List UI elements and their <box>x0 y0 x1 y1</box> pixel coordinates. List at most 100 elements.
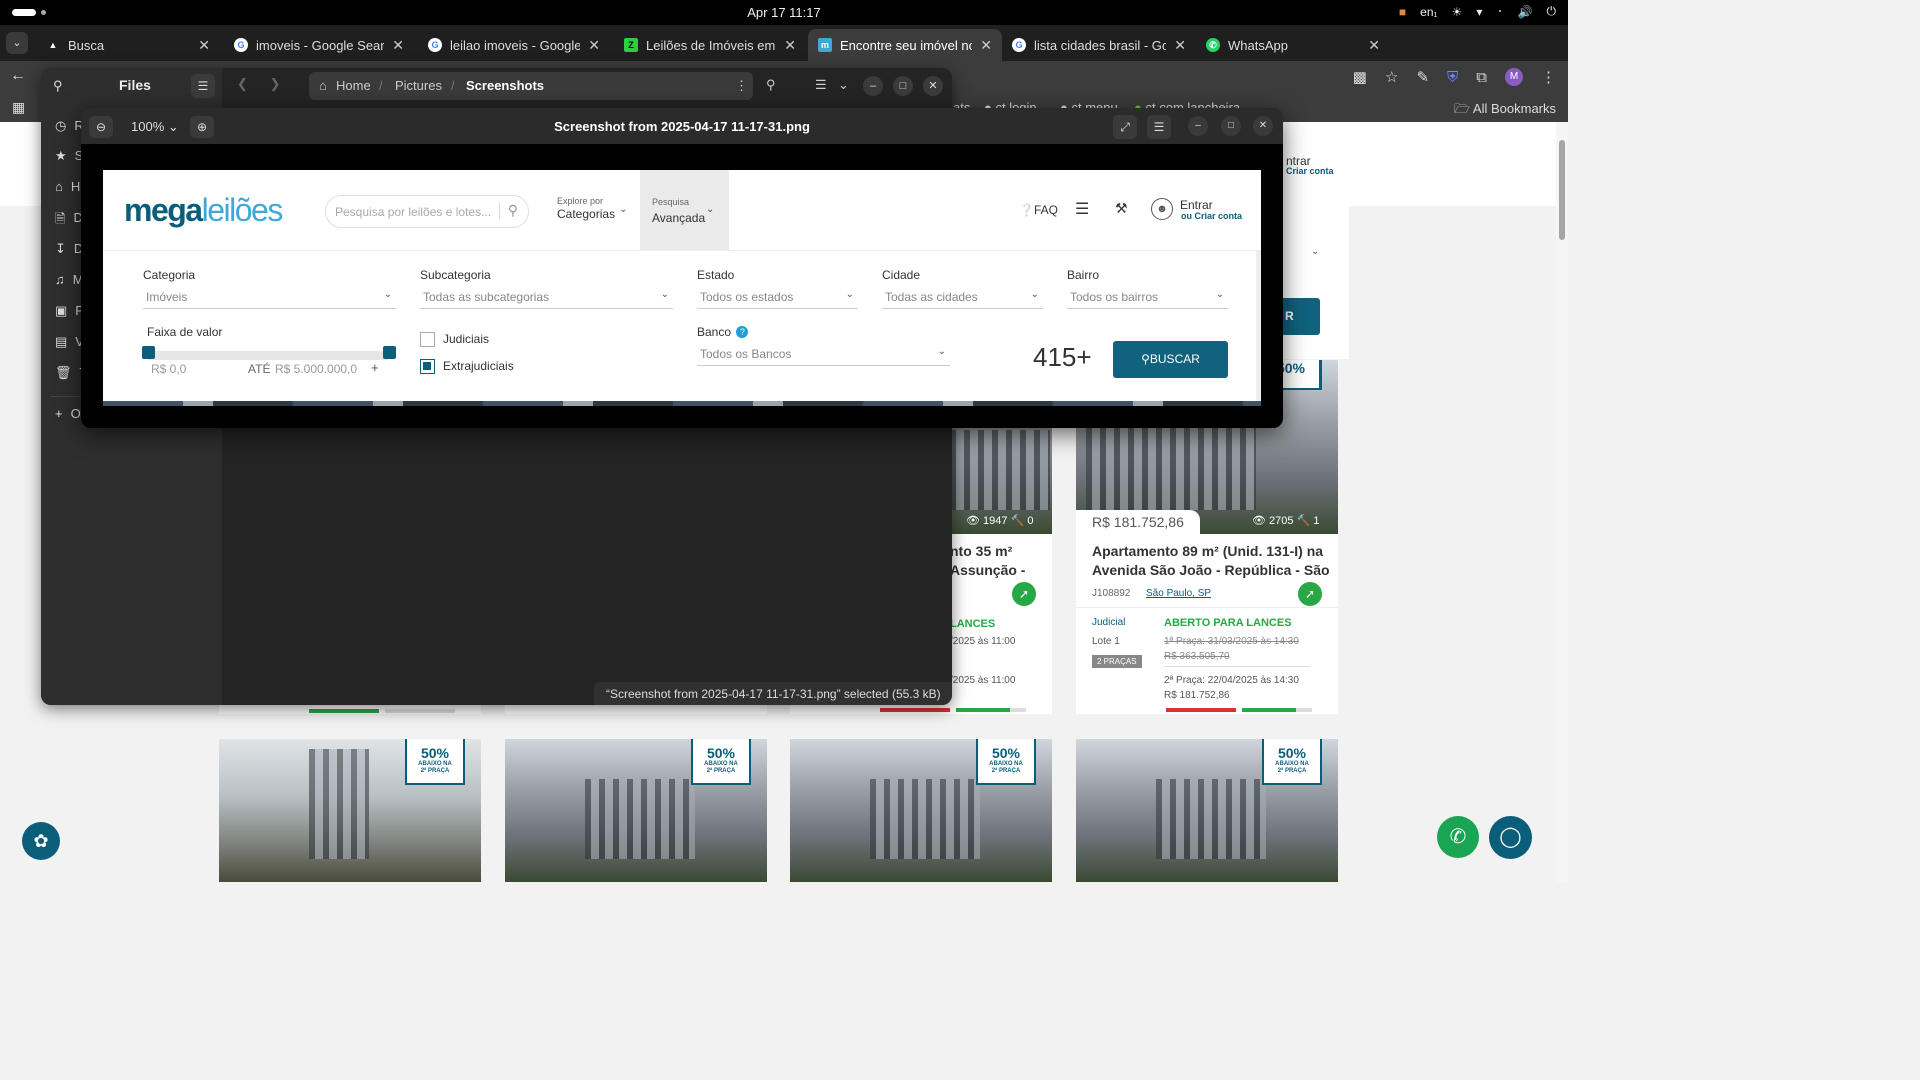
path-segment-pictures[interactable]: Pictures <box>395 78 442 93</box>
judiciais-checkbox[interactable] <box>420 332 435 347</box>
listing-title[interactable]: nto 35 m² <box>950 542 1012 561</box>
path-segment-home[interactable]: Home <box>336 78 371 93</box>
eyedropper-icon[interactable]: ✎ <box>1416 68 1429 86</box>
path-bar[interactable]: ⌂ Home / Pictures / Screenshots ⋮ <box>309 72 753 100</box>
back-icon[interactable]: ❮ <box>237 76 248 91</box>
sidebar-item-other-locations[interactable]: + O <box>55 406 81 421</box>
apps-grid-icon[interactable]: ▦ <box>12 99 25 116</box>
zoom-out-icon[interactable]: ⊖ <box>89 116 113 138</box>
system-tray[interactable]: ■ en₁ ☀ ▾ ᛫ 🔊 ⏻ <box>1399 4 1556 19</box>
image-canvas[interactable]: megaleilões Pesquisa por leilões e lotes… <box>81 144 1283 428</box>
tab-search-chevron-icon[interactable]: ⌄ <box>6 32 28 54</box>
price-range-track[interactable] <box>148 351 388 360</box>
help-icon[interactable]: ? <box>736 326 749 338</box>
banco-select[interactable]: Todos os Bancos ⌄ <box>697 344 950 366</box>
tab-whatsapp[interactable]: ✆ WhatsApp ✕ <box>1196 29 1390 61</box>
go-arrow-icon[interactable]: ➚ <box>1012 582 1036 606</box>
listing-title[interactable]: Apartamento 89 m² (Unid. 131-I) na <box>1092 542 1323 561</box>
scrollbar-thumb[interactable] <box>1559 140 1565 240</box>
bluetooth-icon[interactable]: ᛫ <box>1496 5 1503 19</box>
wifi-icon[interactable]: ▾ <box>1476 5 1482 19</box>
volume-icon[interactable]: 🔊 <box>1518 5 1533 19</box>
close-tab-icon[interactable]: ✕ <box>588 37 600 54</box>
advanced-search-dropdown[interactable]: Pesquisa Avançada ⌄ <box>640 170 729 250</box>
more-menu-icon[interactable]: ⋮ <box>1541 68 1556 86</box>
close-tab-icon[interactable]: ✕ <box>980 37 992 54</box>
zoom-level-dropdown[interactable]: 100% ⌄ <box>131 116 187 138</box>
subcategoria-select[interactable]: Todas as subcategorias ⌄ <box>420 287 673 309</box>
faq-link[interactable]: ❔FAQ <box>1019 203 1058 217</box>
tab-leilao-google[interactable]: G leilao imoveis - Google Se ✕ <box>418 29 610 61</box>
close-tab-icon[interactable]: ✕ <box>198 37 210 54</box>
app-indicator-icon[interactable]: ■ <box>1399 5 1406 19</box>
close-tab-icon[interactable]: ✕ <box>1368 37 1380 54</box>
explore-categories-dropdown[interactable]: Explore por Categorias ⌄ <box>557 196 627 221</box>
zoom-in-icon[interactable]: ⊕ <box>190 116 214 138</box>
listing-card[interactable]: 50% ABAIXO NA 2ª PRAÇA <box>219 739 481 882</box>
page-scrollbar[interactable] <box>1556 122 1568 882</box>
sidebar-item-starred[interactable]: ★ S <box>55 148 83 164</box>
chevron-down-icon[interactable]: ⌄ <box>838 77 849 93</box>
bairro-select[interactable]: Todos os bairros ⌄ <box>1067 287 1228 309</box>
close-icon[interactable]: ✕ <box>1253 116 1273 136</box>
sidebar-item-videos[interactable]: ▤ V <box>55 334 84 350</box>
chevron-down-icon[interactable]: ⌄ <box>1311 246 1319 257</box>
path-segment-screenshots[interactable]: Screenshots <box>466 78 544 93</box>
listing-location-link[interactable]: São Paulo, SP <box>1146 588 1211 599</box>
search-button[interactable]: R <box>1283 298 1320 335</box>
forward-icon[interactable]: ❯ <box>270 76 281 91</box>
tab-leiloes-rj[interactable]: Z Leilões de Imóveis em RJ ✕ <box>614 29 806 61</box>
price-range-max-handle[interactable] <box>383 346 396 359</box>
extension-shield-icon[interactable]: ⛨ <box>1447 69 1458 86</box>
close-icon[interactable]: ✕ <box>923 76 943 96</box>
login-link[interactable]: Entrar <box>1180 198 1213 212</box>
search-input[interactable]: Pesquisa por leilões e lotes... ⚲ <box>325 195 529 228</box>
search-icon[interactable]: ⚲ <box>498 202 518 219</box>
tab-megaleiloes[interactable]: m Encontre seu imóvel nos ✕ <box>808 29 1002 61</box>
list-view-icon[interactable]: ☰ <box>815 77 827 93</box>
bookmark-star-icon[interactable]: ☆ <box>1385 68 1398 86</box>
buscar-button[interactable]: ⚲BUSCAR <box>1113 341 1228 378</box>
create-account-link[interactable]: Criar conta <box>1286 166 1334 176</box>
close-tab-icon[interactable]: ✕ <box>392 37 404 54</box>
chat-bubble-icon[interactable]: ◯ <box>1489 816 1532 859</box>
extrajudiciais-checkbox[interactable] <box>420 359 435 374</box>
path-menu-icon[interactable]: ⋮ <box>735 78 748 94</box>
sidebar-item-downloads[interactable]: ↧ D <box>55 241 83 257</box>
cookie-settings-icon[interactable]: ✿ <box>22 822 60 860</box>
sidebar-item-home[interactable]: ⌂ H <box>55 179 80 194</box>
tab-busca[interactable]: ▲ Busca ✕ <box>36 29 220 61</box>
sidebar-item-documents[interactable]: 🗎 D <box>55 210 83 232</box>
clock[interactable]: Apr 17 11:17 <box>0 5 1568 20</box>
keyboard-language[interactable]: en₁ <box>1420 5 1437 19</box>
listing-card[interactable]: 50% ABAIXO NA 2ª PRAÇA <box>1076 739 1338 882</box>
price-range-min-handle[interactable] <box>142 346 155 359</box>
fullscreen-icon[interactable]: ⤢ <box>1113 115 1137 139</box>
sidebar-item-music[interactable]: ♫ M <box>55 272 84 287</box>
go-arrow-icon[interactable]: ➚ <box>1298 582 1322 606</box>
cidade-select[interactable]: Todas as cidades ⌄ <box>882 287 1043 309</box>
minimize-icon[interactable]: – <box>863 76 883 96</box>
search-folder-icon[interactable]: ⚲ <box>766 77 776 93</box>
listing-card[interactable]: 50% ABAIXO NA 2ª PRAÇA <box>505 739 767 882</box>
whatsapp-float-icon[interactable]: ✆ <box>1437 816 1479 858</box>
tab-lista-cidades[interactable]: G lista cidades brasil - Goog ✕ <box>1002 29 1196 61</box>
close-tab-icon[interactable]: ✕ <box>784 37 796 54</box>
cast-icon[interactable]: ▩ <box>1353 68 1367 86</box>
brightness-icon[interactable]: ☀ <box>1452 5 1463 19</box>
power-icon[interactable]: ⏻ <box>1547 4 1557 19</box>
hamburger-menu-icon[interactable]: ☰ <box>191 74 215 98</box>
gavel-icon[interactable]: ⚒ <box>1115 200 1128 217</box>
minimize-icon[interactable]: – <box>1188 116 1208 136</box>
maximize-icon[interactable]: □ <box>893 76 913 96</box>
maximize-icon[interactable]: □ <box>1221 116 1241 136</box>
sidebar-item-recent[interactable]: ◷ R <box>55 118 84 134</box>
create-account-link[interactable]: ou Criar conta <box>1181 211 1242 221</box>
estado-select[interactable]: Todos os estados ⌄ <box>697 287 858 309</box>
hamburger-menu-icon[interactable]: ☰ <box>1075 199 1089 219</box>
back-arrow-icon[interactable]: ← <box>10 67 26 85</box>
close-tab-icon[interactable]: ✕ <box>1174 37 1186 54</box>
all-bookmarks[interactable]: 🗁 All Bookmarks <box>1454 100 1556 122</box>
tab-imoveis-google[interactable]: G imoveis - Google Search ✕ <box>224 29 414 61</box>
search-icon[interactable]: ⚲ <box>53 78 63 94</box>
